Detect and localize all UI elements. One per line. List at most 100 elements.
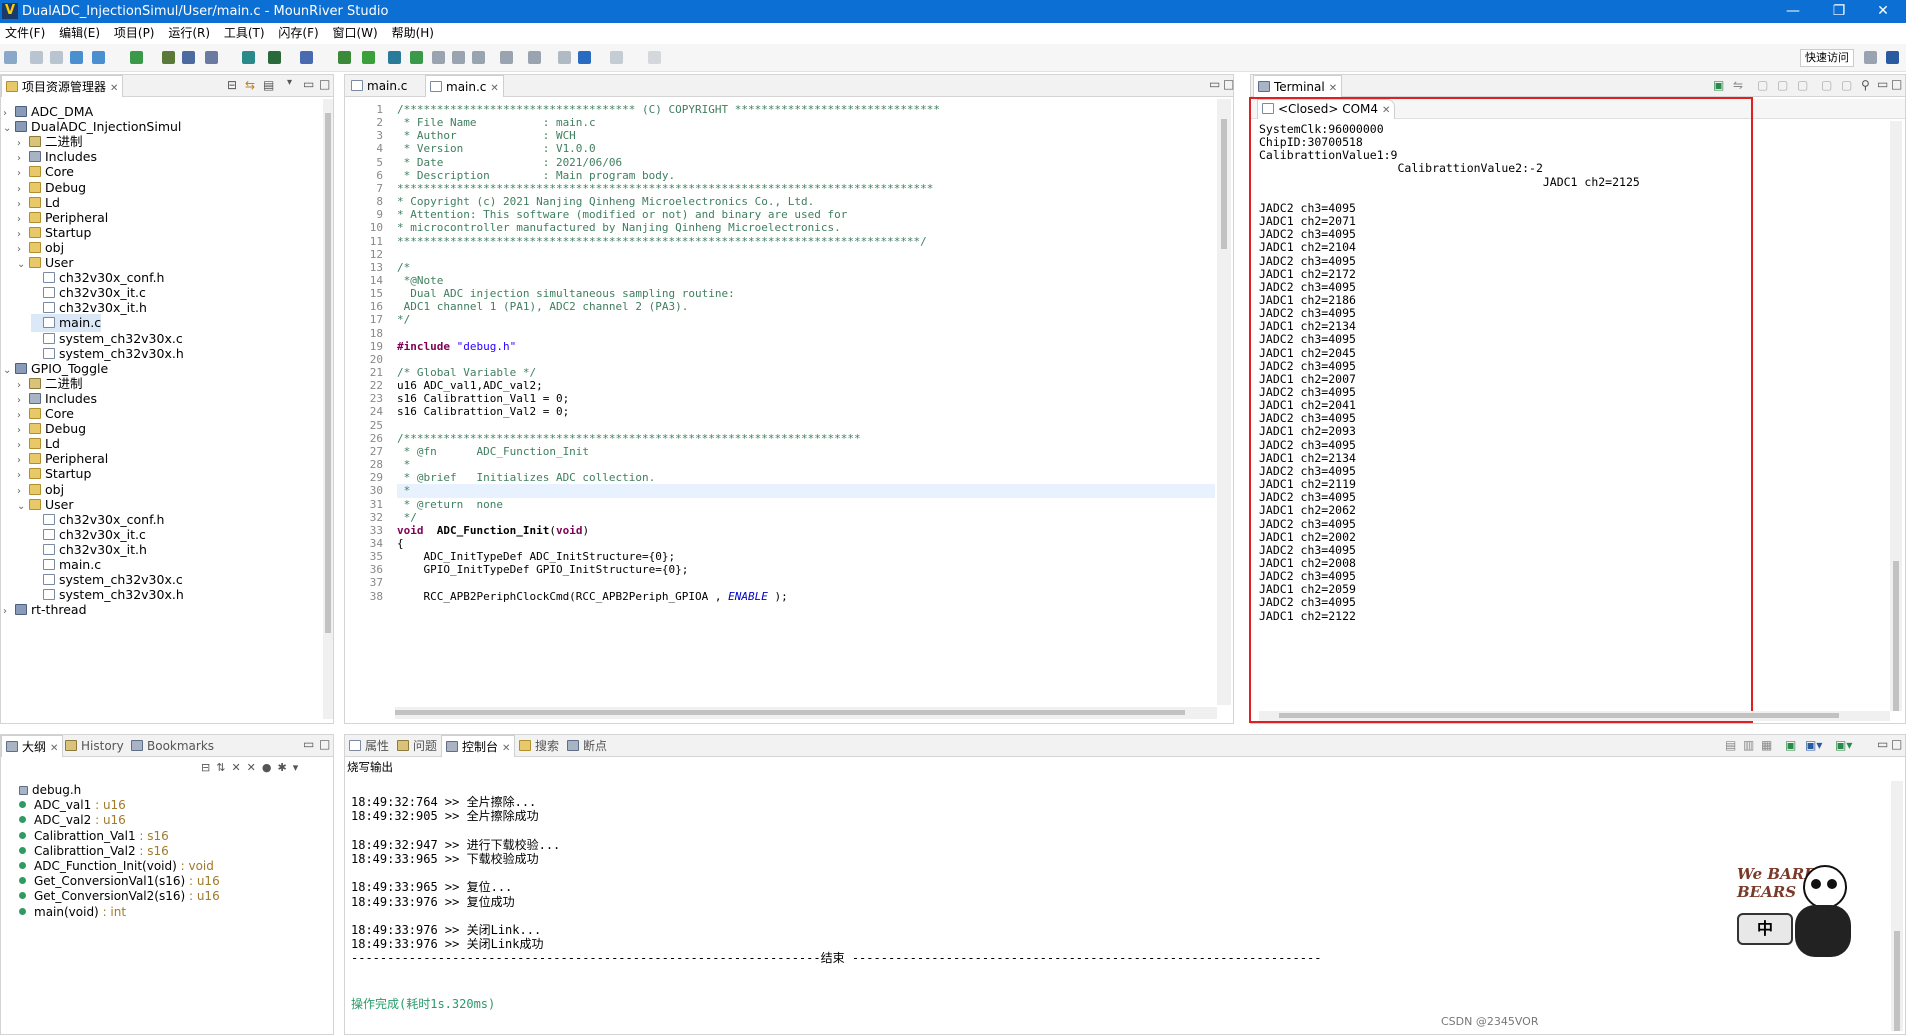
target-icon[interactable] xyxy=(205,51,218,64)
save-all-icon[interactable] xyxy=(50,51,63,64)
code-editor[interactable]: 1 /*********************************** (C… xyxy=(345,99,1217,705)
outline-item[interactable]: Calibrattion_Val1 : s16 xyxy=(19,829,169,844)
code-line[interactable]: * microcontroller manufactured by Nanjin… xyxy=(397,221,841,234)
expand-arrow-icon[interactable]: ⌄ xyxy=(17,256,29,274)
step-icon[interactable] xyxy=(432,51,445,64)
pin-icon[interactable]: ⚲ xyxy=(1861,78,1870,92)
scroll-lock-icon[interactable]: ▢ xyxy=(1757,78,1768,92)
maximize-view-icon[interactable]: □ xyxy=(1223,77,1234,91)
code-line[interactable]: * Version : V1.0.0 xyxy=(397,142,596,155)
tab-terminal[interactable]: Terminal ✕ xyxy=(1253,75,1343,97)
menu-edit[interactable]: 编辑(E) xyxy=(54,23,105,44)
code-line[interactable]: ADC_InitTypeDef ADC_InitStructure={0}; xyxy=(397,550,675,563)
restore-button[interactable]: ❐ xyxy=(1816,0,1862,23)
explorer-scrollbar[interactable] xyxy=(323,99,333,719)
outline-item[interactable]: Get_ConversionVal2(s16) : u16 xyxy=(19,889,220,904)
new-icon[interactable] xyxy=(4,51,17,64)
maximize-view-icon[interactable]: □ xyxy=(319,737,330,751)
code-line[interactable]: * @brief Initializes ADC collection. xyxy=(397,471,656,484)
pin-console-icon[interactable]: ▣ xyxy=(1785,738,1796,752)
code-line[interactable]: /* Global Variable */ xyxy=(397,366,536,379)
console-scroll-thumb[interactable] xyxy=(1894,931,1900,1031)
terminal-hscroll-thumb[interactable] xyxy=(1279,713,1839,718)
console-output[interactable]: 18:49:32:764 >> 全片擦除... 18:49:32:905 >> 全… xyxy=(345,781,1845,1021)
code-line[interactable]: ****************************************… xyxy=(397,182,933,195)
close-icon[interactable]: ✕ xyxy=(502,743,510,754)
menu-project[interactable]: 项目(P) xyxy=(109,23,160,44)
open-icon[interactable] xyxy=(70,51,83,64)
run-icon[interactable] xyxy=(338,51,351,64)
annotation-icon[interactable] xyxy=(500,51,513,64)
collapse-all-icon[interactable]: ⊟ xyxy=(227,78,237,92)
outline-item[interactable]: debug.h xyxy=(19,783,81,798)
tree-item[interactable]: › rt-thread xyxy=(3,601,87,619)
editor-scrollbar[interactable] xyxy=(1217,99,1231,705)
outline-item[interactable]: ADC_Function_Init(void) : void xyxy=(19,859,214,874)
code-line[interactable]: ADC1 channel 1 (PA1), ADC2 channel 2 (PA… xyxy=(397,300,689,313)
search-icon[interactable] xyxy=(300,51,313,64)
menu-run[interactable]: 运行(R) xyxy=(163,23,215,44)
display-console-icon[interactable]: ▣▾ xyxy=(1805,738,1822,752)
explorer-scroll-thumb[interactable] xyxy=(325,113,331,633)
tab-project-explorer[interactable]: 项目资源管理器 ✕ xyxy=(1,75,124,97)
menu-file[interactable]: 文件(F) xyxy=(0,23,50,44)
collapse-icon[interactable]: ⊟ xyxy=(201,761,216,774)
code-line[interactable]: /***************************************… xyxy=(397,432,861,445)
word-wrap-icon[interactable]: ▦ xyxy=(1761,738,1772,752)
maximize-view-icon[interactable]: □ xyxy=(1891,737,1902,751)
code-line[interactable]: */ xyxy=(397,511,417,524)
minimize-view-icon[interactable]: ▭ xyxy=(303,737,314,751)
tab-console[interactable]: 控制台 ✕ xyxy=(441,735,516,757)
terminal-hscrollbar[interactable] xyxy=(1259,711,1890,721)
code-line[interactable]: RCC_APB2PeriphClockCmd(RCC_APB2Periph_GP… xyxy=(397,590,787,603)
code-line[interactable]: * Date : 2021/06/06 xyxy=(397,156,623,169)
disconnect-icon[interactable]: ⇋ xyxy=(1733,78,1743,92)
expand-arrow-icon[interactable]: ⌄ xyxy=(3,362,15,380)
outline-item[interactable]: Calibrattion_Val2 : s16 xyxy=(19,844,169,859)
flash-icon[interactable] xyxy=(362,51,375,64)
code-line[interactable]: void ADC_Function_Init(void) xyxy=(397,524,589,537)
clear-icon[interactable]: ▢ xyxy=(1797,78,1808,92)
code-line[interactable]: * Description : Main program body. xyxy=(397,169,676,182)
code-line[interactable]: { xyxy=(397,537,404,550)
play-icon[interactable] xyxy=(410,51,423,64)
back-icon[interactable] xyxy=(578,51,591,64)
close-button[interactable]: ✕ xyxy=(1860,0,1906,23)
link-editor-icon[interactable]: ⇆ xyxy=(245,78,255,92)
code-line[interactable]: s16 Calibrattion_Val2 = 0; xyxy=(397,405,569,418)
terminal-icon[interactable] xyxy=(388,51,401,64)
code-line[interactable]: * xyxy=(397,458,411,471)
step-return-icon[interactable] xyxy=(472,51,485,64)
debug-icon[interactable] xyxy=(268,51,281,64)
download-icon[interactable] xyxy=(130,51,143,64)
step-over-icon[interactable] xyxy=(452,51,465,64)
sort-icon[interactable]: ⇅ xyxy=(216,761,231,774)
settings-icon[interactable]: ▢ xyxy=(1841,78,1852,92)
hide-localtypes-icon[interactable]: ✱ xyxy=(277,761,292,774)
forward-icon[interactable] xyxy=(610,51,623,64)
editor-hscroll-thumb[interactable] xyxy=(395,710,1185,715)
tab-main-c[interactable]: main.c ✕ xyxy=(425,75,504,97)
code-line[interactable]: * Attention: This software (modified or … xyxy=(397,208,847,221)
code-line[interactable]: ****************************************… xyxy=(397,235,927,248)
save-icon[interactable] xyxy=(30,51,43,64)
hide-nonpublic-icon[interactable]: ● xyxy=(262,761,278,774)
minimize-view-icon[interactable]: ▭ xyxy=(1877,737,1888,751)
grid-icon[interactable] xyxy=(92,51,105,64)
build-icon[interactable] xyxy=(162,51,175,64)
new-terminal-icon[interactable]: ▣ xyxy=(1713,78,1724,92)
editor-scroll-thumb[interactable] xyxy=(1221,119,1227,249)
code-line[interactable]: */ xyxy=(397,313,410,326)
hide-static-icon[interactable]: ✕ xyxy=(247,761,262,774)
code-line[interactable]: * xyxy=(397,484,1215,498)
code-line[interactable]: *@Note xyxy=(397,274,444,287)
prev-annotation-icon[interactable] xyxy=(528,51,541,64)
filter-icon[interactable]: ▤ xyxy=(263,78,274,92)
code-line[interactable]: * Copyright (c) 2021 Nanjing Qinheng Mic… xyxy=(397,195,814,208)
terminal-scroll-thumb[interactable] xyxy=(1893,561,1899,711)
perspective-icon[interactable] xyxy=(1864,51,1877,64)
pin-icon[interactable] xyxy=(648,51,661,64)
select-all-icon[interactable]: ▢ xyxy=(1821,78,1832,92)
minimize-view-icon[interactable]: ▭ xyxy=(1209,77,1220,91)
copy-icon[interactable]: ▢ xyxy=(1777,78,1788,92)
